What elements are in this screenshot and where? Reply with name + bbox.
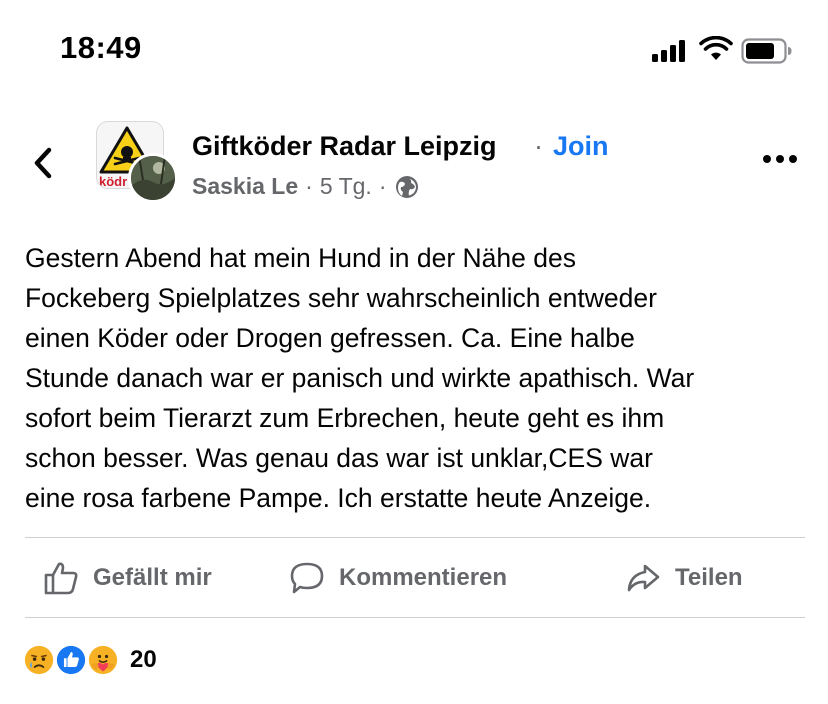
thumbs-up-icon	[44, 562, 78, 595]
post-text-line: Stunde danach war er panisch und wirkte …	[25, 363, 695, 393]
comment-label: Kommentieren	[339, 564, 508, 591]
post-meta: Saskia Le · 5 Tg. ·	[192, 173, 419, 200]
reaction-count: 20	[130, 646, 157, 673]
share-button[interactable]: Teilen	[625, 560, 743, 596]
post-text-line: Gestern Abend hat mein Hund in der Nähe …	[25, 243, 576, 273]
post-text-line: schon besser. Was genau das war ist unkl…	[25, 443, 653, 473]
status-time: 18:49	[60, 30, 142, 65]
group-avatar-stack[interactable]: ködr	[96, 121, 180, 205]
author-avatar[interactable]	[128, 153, 178, 203]
post-timestamp[interactable]: 5 Tg.	[320, 173, 372, 200]
cellular-signal-icon	[652, 40, 688, 62]
share-arrow-icon	[627, 564, 660, 592]
post-header: ködr Giftköder Radar Leipzig · Join Sask…	[0, 115, 828, 210]
comment-bubble-icon	[290, 562, 324, 594]
battery-icon	[741, 38, 792, 64]
divider	[25, 617, 805, 618]
author-photo-icon	[131, 156, 175, 200]
post-text-line: eine rosa farbene Pampe. Ich erstatte he…	[25, 483, 652, 513]
post-text-line: sofort beim Tierarzt zum Erbrechen, heut…	[25, 403, 665, 433]
meta-separator-2: ·	[378, 173, 387, 199]
like-label: Gefällt mir	[93, 564, 212, 591]
post-text-line: Fockeberg Spielplatzes sehr wahrscheinli…	[25, 283, 657, 313]
like-reaction-icon	[54, 643, 88, 677]
post-body: Gestern Abend hat mein Hund in der Nähe …	[25, 238, 815, 518]
author-name-link[interactable]: Saskia Le	[192, 173, 298, 200]
like-button[interactable]: Gefällt mir	[43, 560, 212, 596]
svg-text:ködr: ködr	[99, 174, 127, 189]
reaction-icons	[22, 643, 124, 677]
globe-icon	[396, 175, 419, 198]
reactions-summary[interactable]: 20	[22, 643, 157, 677]
share-label: Teilen	[675, 564, 743, 591]
status-bar: 18:49	[0, 0, 828, 100]
care-reaction-icon	[86, 643, 120, 677]
chevron-left-icon[interactable]	[28, 143, 58, 183]
meta-separator: ·	[305, 173, 313, 199]
wifi-icon	[699, 36, 733, 60]
post-text-line: einen Köder oder Drogen gefressen. Ca. E…	[25, 323, 635, 353]
sad-reaction-icon	[22, 643, 56, 677]
comment-button[interactable]: Kommentieren	[289, 560, 507, 596]
join-button[interactable]: Join	[553, 131, 609, 162]
action-bar: Gefällt mir Kommentieren Teilen	[0, 538, 828, 617]
header-separator: ·	[534, 131, 543, 161]
group-name-link[interactable]: Giftköder Radar Leipzig	[192, 131, 497, 162]
more-options-icon[interactable]	[762, 153, 798, 165]
